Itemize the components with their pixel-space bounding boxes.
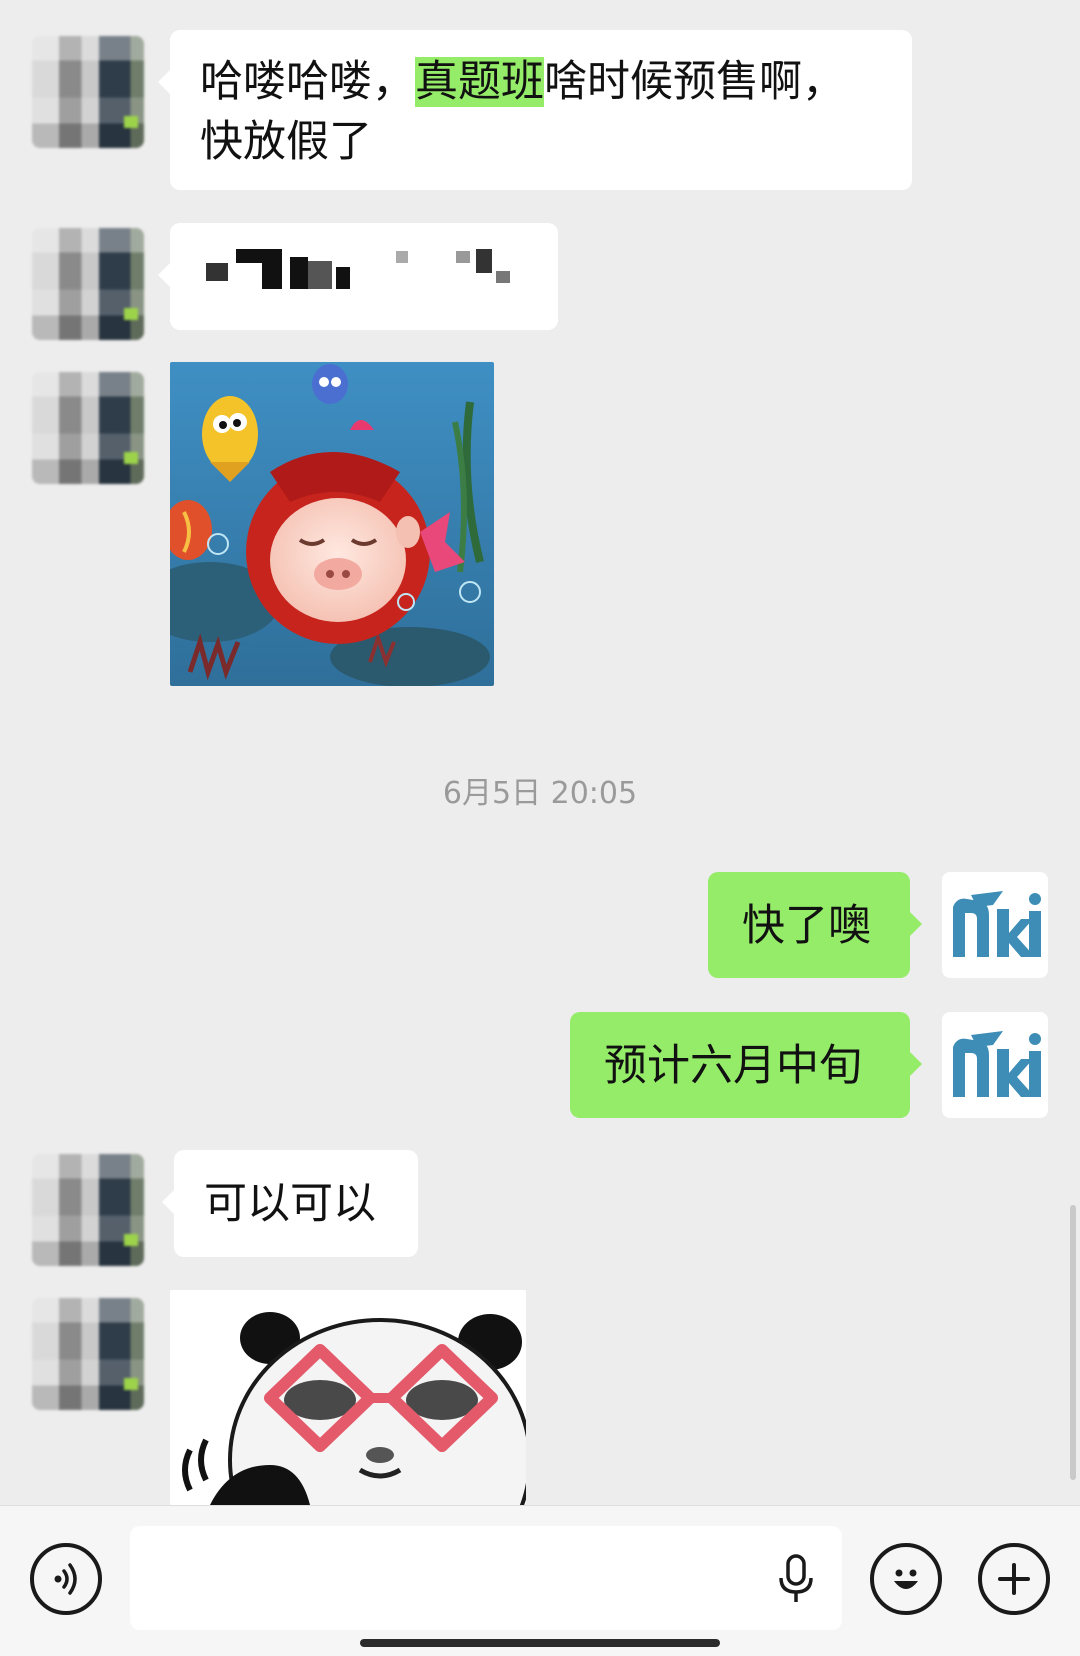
message-bubble-incoming[interactable]: 哈喽哈喽，真题班啥时候预售啊， 快放假了 (158, 30, 912, 190)
voice-icon (54, 1563, 77, 1595)
scrollbar[interactable] (1070, 1205, 1076, 1480)
home-indicator[interactable] (360, 1639, 720, 1647)
message-bubble-incoming[interactable]: 可以可以 (162, 1150, 418, 1257)
contact-avatar[interactable] (32, 1154, 144, 1266)
pig-fish-sticker[interactable] (170, 362, 494, 686)
plus-button[interactable] (978, 1543, 1050, 1615)
message-text: 哈喽哈喽， (200, 57, 415, 107)
message-text: 啥时候预售啊， (544, 57, 845, 107)
contact-avatar[interactable] (32, 228, 144, 340)
message-input[interactable] (130, 1526, 842, 1630)
emoji-button[interactable] (870, 1543, 942, 1615)
message-bubble-outgoing[interactable]: 预计六月中旬 (570, 1012, 922, 1118)
timestamp: 6月5日 20:05 (442, 776, 638, 811)
my-avatar[interactable] (942, 872, 1048, 978)
input-bar (0, 1505, 1080, 1656)
contact-avatar[interactable] (32, 36, 144, 148)
nki-logo-icon (953, 1031, 1041, 1097)
message-text: 可以可以 (204, 1179, 376, 1229)
panda-glasses-sticker[interactable] (170, 1290, 526, 1505)
contact-avatar[interactable] (32, 372, 144, 484)
message-bubble-incoming[interactable] (158, 223, 558, 330)
chat-area: 哈喽哈喽，真题班啥时候预售啊， 快放假了 6月5日 20:05 快了噢 预计六月… (0, 0, 1080, 1505)
message-bubble-outgoing[interactable]: 快了噢 (708, 872, 922, 978)
emoji-icon (894, 1569, 918, 1589)
highlighted-text: 真题班 (415, 57, 544, 107)
message-text: 预计六月中旬 (604, 1041, 862, 1091)
message-text: 快放假了 (200, 117, 372, 167)
plus-icon (998, 1563, 1030, 1595)
microphone-icon[interactable] (776, 1554, 816, 1606)
nki-logo-icon (953, 891, 1041, 957)
voice-button[interactable] (30, 1543, 102, 1615)
message-text: 快了噢 (742, 901, 871, 951)
contact-avatar[interactable] (32, 1298, 144, 1410)
my-avatar[interactable] (942, 1012, 1048, 1118)
pixelated-message (206, 247, 526, 307)
